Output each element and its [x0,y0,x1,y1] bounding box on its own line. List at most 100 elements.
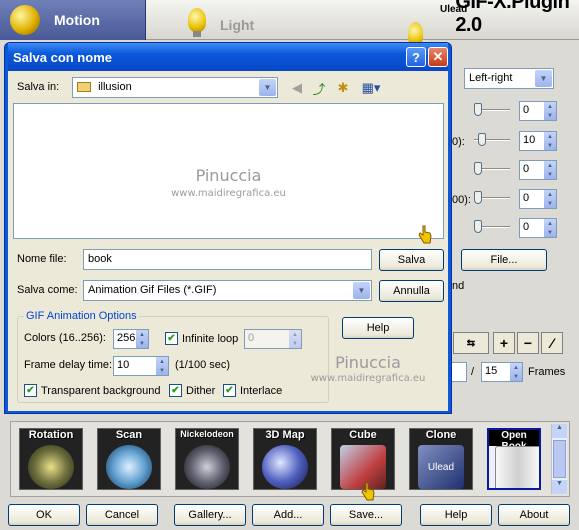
add-button[interactable]: Add... [252,504,324,526]
frame-total-value: 15 [485,365,498,377]
infinite-loop-checkbox[interactable]: ✔ Infinite loop [165,332,238,345]
frame-total-spinner[interactable]: 15 ▲ ▼ [481,362,523,382]
annulla-button[interactable]: Annulla [379,280,444,302]
delay-spinner[interactable]: 10 ▲ ▼ [113,356,169,376]
effect-label: Nickelodeon [180,429,234,439]
value-spinner-2[interactable]: 10 ▲ ▼ [519,131,557,151]
open-book-thumbnail [495,446,539,488]
slider-2[interactable] [474,133,510,147]
dither-label: Dither [186,384,216,397]
salva-button[interactable]: Salva [379,249,444,271]
scroll-down-icon[interactable]: ▼ [552,480,567,494]
slider-1[interactable] [474,103,510,117]
clone-thumbnail: Ulead [418,445,464,489]
wand-icon[interactable]: ⁄ [541,332,563,354]
nickelodeon-thumbnail [184,445,230,489]
alignment-select[interactable]: Left-right ▼ [464,68,554,89]
loop-count-value: 0 [248,332,255,344]
alignment-value: Left-right [469,72,513,84]
effect-nickelodeon[interactable]: Nickelodeon [175,428,239,490]
delay-label: Frame delay time: [24,359,113,371]
brand-small-text: Ulead [440,4,468,15]
label-fragment-2: 00): [452,194,471,206]
motion-orb-icon [10,5,40,35]
about-button[interactable]: About [498,504,570,526]
scan-thumbnail [106,445,152,489]
new-folder-icon[interactable]: ✱ [334,79,352,97]
3d-map-thumbnail [262,445,308,489]
effect-label: Cube [349,429,377,441]
file-button[interactable]: File... [461,249,547,271]
value-spinner-4[interactable]: 0 ▲ ▼ [519,189,557,209]
scroll-up-icon[interactable]: ▲ [552,424,567,438]
back-icon[interactable]: ◀ [288,79,306,97]
effect-label: Scan [115,429,143,441]
effect-clone[interactable]: Clone Ulead [409,428,473,490]
value-spinner-5[interactable]: 0 ▲ ▼ [519,218,557,238]
effect-scan[interactable]: Scan [97,428,161,490]
effect-label: Rotation [28,429,74,441]
transparent-bg-label: Transparent background [41,384,161,397]
tab-motion[interactable]: Motion [0,0,146,40]
chevron-down-icon[interactable]: ▼ [535,70,552,87]
save-in-value: illusion [98,81,132,93]
watermark-name-2: Pinuccia [335,353,401,372]
chevron-down-icon[interactable]: ▼ [353,282,370,299]
help-button[interactable]: Help [420,504,492,526]
slider-3[interactable] [474,162,510,176]
loop-count-spinner[interactable]: 0 ▲ ▼ [244,329,302,349]
scroll-thumb[interactable] [553,440,566,478]
savetype-label: Salva come: [17,284,78,296]
hand-cursor-icon [418,225,432,244]
add-icon[interactable]: + [493,332,515,354]
slider-5[interactable] [474,220,510,234]
filename-label: Nome file: [17,253,67,265]
value-4: 0 [523,192,530,204]
transparent-bg-checkbox[interactable]: ✔ Transparent background [24,384,160,397]
dither-checkbox[interactable]: ✔ Dither [169,384,215,397]
colors-spinner[interactable]: 256 ▲ ▼ [113,329,149,349]
filename-input[interactable]: book [83,249,372,270]
frames-label: Frames [528,366,566,378]
gif-options-group: GIF Animation Options Colors (16..256): … [17,310,329,403]
close-icon[interactable]: ✕ [428,47,448,67]
savetype-select[interactable]: Animation Gif Files (*.GIF) ▼ [83,280,372,301]
save-dialog: Salva con nome ? ✕ Salva in: illusion ▼ … [4,42,452,414]
dialog-help-button[interactable]: Help [342,317,414,339]
value-spinner-1[interactable]: 0 ▲ ▼ [519,101,557,121]
effect-3d-map[interactable]: 3D Map [253,428,317,490]
tab-light-label: Light [220,17,255,33]
save-button[interactable]: Save... [330,504,402,526]
save-in-label: Salva in: [17,81,60,93]
colors-label: Colors (16..256): [24,332,106,344]
label-fragment-1: 0): [452,136,465,148]
question-icon[interactable]: ? [406,47,426,67]
effects-scrollbar[interactable]: ▲ ▼ [551,424,567,494]
save-in-select[interactable]: illusion ▼ [72,77,278,98]
gallery-button[interactable]: Gallery... [174,504,246,526]
slider-4[interactable] [474,191,510,205]
ok-button[interactable]: OK [8,504,80,526]
chevron-down-icon[interactable]: ▼ [259,79,276,96]
file-list-area[interactable]: Pinuccia www.maidiregrafica.eu [13,103,444,239]
value-spinner-3[interactable]: 0 ▲ ▼ [519,160,557,180]
delay-unit: (1/100 sec) [175,359,231,371]
cancel-button[interactable]: Cancel [86,504,158,526]
folder-icon [77,82,91,93]
remove-icon[interactable]: − [517,332,539,354]
interlace-checkbox[interactable]: ✔ Interlace [223,384,282,397]
check-icon: ✔ [169,384,182,397]
view-menu-icon[interactable]: ▦▾ [358,79,384,97]
delay-value: 10 [117,359,130,371]
effect-cube[interactable]: Cube [331,428,395,490]
effect-rotation[interactable]: Rotation [19,428,83,490]
rotation-thumbnail [28,445,74,489]
effect-label: Clone [425,429,457,441]
effects-strip: Rotation Scan Nickelodeon 3D Map Cube Cl… [10,421,570,497]
watermark-url-2: www.maidiregrafica.eu [310,373,426,384]
timeline-mode-icon[interactable]: ⇆ [453,332,489,354]
effect-open-book[interactable]: Open Book [487,428,541,490]
tab-light[interactable]: Light [178,0,288,40]
up-folder-icon[interactable]: ⤴ [310,79,328,97]
brand-logo: Ulead GIF-X.Plugin 2.0 [404,0,579,51]
